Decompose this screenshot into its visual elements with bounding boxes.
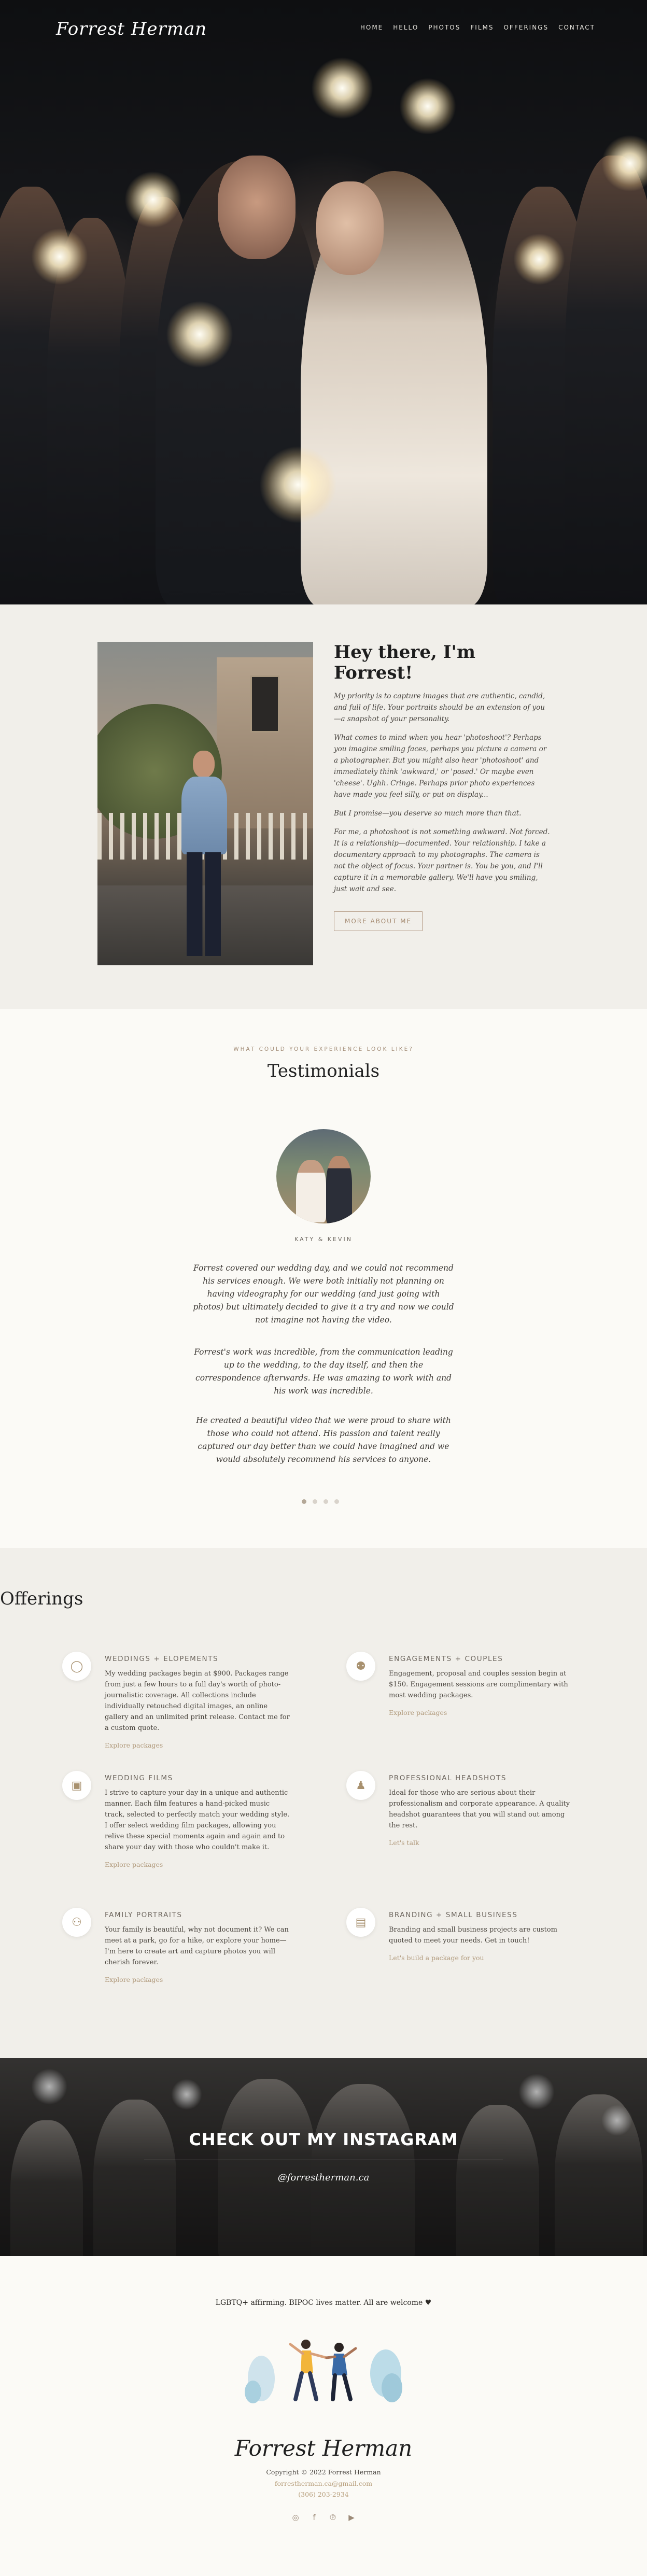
nav-contact[interactable]: CONTACT: [558, 24, 595, 31]
offering-branding: ▤ BRANDING + SMALL BUSINESS Branding and…: [346, 1908, 575, 1962]
site-logo[interactable]: Forrest Herman: [56, 19, 207, 39]
offering-films: ▣ WEDDING FILMS I strive to capture your…: [62, 1771, 291, 1869]
main-menu: HOME HELLO PHOTOS FILMS OFFERINGS CONTAC…: [360, 24, 595, 31]
offering-family: ⚇ FAMILY PORTRAITS Your family is beauti…: [62, 1908, 291, 1984]
social-links: ◎ f ℗ ▶: [290, 2512, 357, 2523]
testimonials-section: WHAT COULD YOUR EXPERIENCE LOOK LIKE? Te…: [0, 1009, 647, 1548]
offering-title: WEDDING FILMS: [105, 1774, 173, 1782]
offering-engagements: ⚉ ENGAGEMENTS + COUPLES Engagement, prop…: [346, 1652, 575, 1717]
carousel-dot[interactable]: [313, 1499, 317, 1504]
carousel-dot[interactable]: [302, 1499, 306, 1504]
about-text: Hey there, I'm Forrest! My priority is t…: [334, 642, 552, 931]
nav-films[interactable]: FILMS: [470, 24, 494, 31]
testimonial-couple-name: KATY & KEVIN: [294, 1236, 353, 1243]
film-icon: ▣: [62, 1771, 91, 1800]
offering-link[interactable]: Explore packages: [389, 1709, 447, 1716]
nav-offerings[interactable]: OFFERINGS: [503, 24, 548, 31]
sparkler: [259, 446, 337, 524]
offering-headshots: ♟ PROFESSIONAL HEADSHOTS Ideal for those…: [346, 1771, 575, 1847]
nav-hello[interactable]: HELLO: [393, 24, 418, 31]
offering-text: Ideal for those who are serious about th…: [389, 1789, 570, 1829]
sparkler: [31, 228, 88, 285]
offering-link[interactable]: Let's build a package for you: [389, 1954, 484, 1962]
offerings-section: Offerings ◯ WEDDINGS + ELOPEMENTS My wed…: [0, 1548, 647, 2058]
carousel-dot[interactable]: [324, 1499, 328, 1504]
offering-link[interactable]: Explore packages: [105, 1741, 163, 1749]
footer: LGBTQ+ affirming. BIPOC lives matter. Al…: [0, 2256, 647, 2576]
instagram-banner[interactable]: CHECK OUT MY INSTAGRAM @forrestherman.ca: [0, 2058, 647, 2256]
photo-person-head: [193, 751, 215, 778]
dancing-people-illustration: [245, 2340, 402, 2403]
offering-text: Branding and small business projects are…: [389, 1926, 557, 1945]
footer-logo[interactable]: Forrest Herman: [0, 2436, 647, 2461]
about-portrait-photo: [97, 642, 313, 965]
testimonial-quote: Forrest covered our wedding day, and we …: [193, 1263, 454, 1325]
banner-overlay: [0, 2058, 647, 2256]
footer-phone-link[interactable]: (306) 203-2934: [0, 2490, 647, 2498]
offering-weddings: ◯ WEDDINGS + ELOPEMENTS My wedding packa…: [62, 1652, 291, 1750]
inclusion-statement: LGBTQ+ affirming. BIPOC lives matter. Al…: [215, 2299, 432, 2307]
about-paragraph: My priority is to capture images that ar…: [334, 692, 545, 723]
nav-home[interactable]: HOME: [360, 24, 383, 31]
offering-text: Your family is beautiful, why not docume…: [105, 1926, 289, 1966]
offering-text: My wedding packages begin at $900. Packa…: [105, 1670, 290, 1732]
avatar-groom: [326, 1156, 352, 1223]
testimonials-eyebrow: WHAT COULD YOUR EXPERIENCE LOOK LIKE?: [233, 1046, 414, 1052]
testimonial-avatar: [276, 1129, 371, 1223]
family-icon: ⚇: [62, 1908, 91, 1937]
hero-groom-face: [218, 156, 296, 259]
about-paragraph: But I promise—you deserve so much more t…: [334, 809, 522, 818]
ring-icon: ◯: [62, 1652, 91, 1681]
couple-icon: ⚉: [346, 1652, 375, 1681]
offering-text: I strive to capture your day in a unique…: [105, 1789, 290, 1851]
instagram-handle[interactable]: @forrestherman.ca: [0, 2172, 647, 2183]
testimonial-quote: He created a beautiful video that we wer…: [196, 1416, 451, 1464]
sparkler: [311, 57, 373, 119]
photo-person: [175, 751, 232, 958]
offering-text: Engagement, proposal and couples session…: [389, 1670, 568, 1699]
offering-title: ENGAGEMENTS + COUPLES: [389, 1655, 503, 1663]
instagram-icon[interactable]: ◎: [290, 2512, 301, 2523]
nav-photos[interactable]: PHOTOS: [428, 24, 460, 31]
youtube-icon[interactable]: ▶: [346, 2512, 357, 2523]
more-about-me-button[interactable]: MORE ABOUT ME: [334, 911, 423, 931]
person-icon: ♟: [346, 1771, 375, 1800]
sparkler: [124, 171, 181, 228]
page: Forrest Herman HOME HELLO PHOTOS FILMS O…: [0, 0, 647, 2576]
footer-email-link[interactable]: forrestherman.ca@gmail.com: [0, 2480, 647, 2487]
pinterest-icon[interactable]: ℗: [328, 2512, 338, 2523]
photo-window: [250, 675, 279, 733]
carousel-dot[interactable]: [334, 1499, 339, 1504]
avatar-bride: [296, 1160, 326, 1222]
offering-title: FAMILY PORTRAITS: [105, 1911, 182, 1919]
photo-person-legs: [187, 852, 221, 956]
carousel-dots: [302, 1499, 339, 1504]
hero-section: Forrest Herman HOME HELLO PHOTOS FILMS O…: [0, 0, 647, 604]
about-title: Hey there, I'm Forrest!: [334, 642, 475, 683]
about-paragraph: For me, a photoshoot is not something aw…: [334, 828, 550, 893]
copyright: Copyright © 2022 Forrest Herman: [266, 2468, 381, 2476]
top-nav: Forrest Herman HOME HELLO PHOTOS FILMS O…: [0, 11, 647, 48]
offering-link[interactable]: Explore packages: [105, 1861, 163, 1868]
photo-person-shirt: [181, 777, 227, 854]
facebook-icon[interactable]: f: [309, 2512, 319, 2523]
testimonial-quote: Forrest's work was incredible, from the …: [194, 1347, 453, 1396]
offering-link[interactable]: Let's talk: [389, 1839, 419, 1847]
offering-link[interactable]: Explore packages: [105, 1976, 163, 1983]
sparkler: [166, 301, 233, 368]
offering-title: WEDDINGS + ELOPEMENTS: [105, 1655, 219, 1663]
about-section: Hey there, I'm Forrest! My priority is t…: [0, 604, 647, 1009]
hero-bride-face: [316, 181, 384, 275]
hero-guest-figure: [565, 156, 647, 604]
testimonials-title: Testimonials: [267, 1061, 380, 1081]
offering-title: BRANDING + SMALL BUSINESS: [389, 1911, 518, 1919]
offerings-title: Offerings: [0, 1588, 83, 1609]
sparkler: [399, 78, 456, 135]
instagram-title: CHECK OUT MY INSTAGRAM: [189, 2130, 458, 2149]
about-paragraph: What comes to mind when you hear 'photos…: [334, 734, 547, 799]
offering-title: PROFESSIONAL HEADSHOTS: [389, 1774, 507, 1782]
sparkler: [513, 233, 565, 285]
briefcase-icon: ▤: [346, 1908, 375, 1937]
